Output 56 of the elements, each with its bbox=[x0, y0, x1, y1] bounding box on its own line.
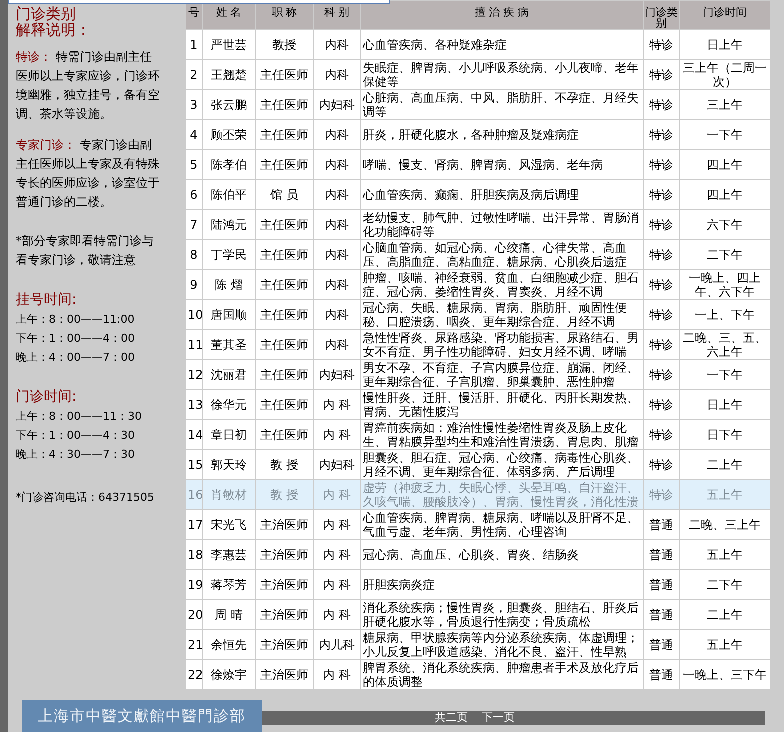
schedule-line: 下午：1：00——4：00 bbox=[16, 331, 136, 347]
table-cell: 22 bbox=[186, 660, 202, 690]
table-row[interactable]: 4 顾丕荣 主任医师 内科 肝炎，肝硬化腹水，各种肿瘤及疑难病症 特诊 一下午 bbox=[186, 120, 770, 150]
table-row[interactable]: 10 唐国顺 主任医师 内科 冠心病、失眠、糖尿病、胃病、脂肪肝、顽固性便秘、口腔溃疡、咽炎、更年期综合症、月经不调 特诊 一上、下午 bbox=[186, 300, 770, 330]
table-row[interactable]: 19 蒋琴芳 主治医师 内 科 肝胆疾病炎症 普通 二下午 bbox=[186, 570, 770, 600]
next-page-link[interactable]: 下一页 bbox=[482, 712, 515, 724]
table-cell: 1 bbox=[186, 30, 202, 60]
table-cell: 13 bbox=[186, 390, 202, 420]
table-cell: 12 bbox=[186, 360, 202, 390]
schedule-line: 晚上：4：30——7：30 bbox=[16, 447, 136, 463]
table-cell: 3 bbox=[186, 90, 202, 120]
table-cell: 主治医师 bbox=[256, 660, 314, 690]
table-cell: 9 bbox=[186, 270, 202, 300]
schedule-line: 下午：1：00——4：30 bbox=[16, 428, 136, 444]
table-cell: 7 bbox=[186, 210, 202, 240]
table-row[interactable]: 8 丁学民 主任医师 内科 心脑血管病、如冠心病、心绞痛、心律失常、高血压、高脂血症、高粘血症、糖尿病、心肌炎后遗症 特诊 二下午 bbox=[186, 240, 770, 270]
table-cell: 2 bbox=[186, 60, 202, 90]
schedule-title: 门诊时间: bbox=[16, 388, 78, 407]
logo-banner: 上海市中醫文獻館中醫門診部 bbox=[22, 700, 262, 732]
table-row[interactable]: 18 李惠芸 主治医师 内 科 冠心病、高血压、心肌炎、胃炎、结肠炎 普通 五上午 bbox=[186, 540, 770, 570]
term-paragraph: 专家门诊： 专家门诊由副主任医师以上专家及有特殊专长的医师应诊，诊室位于普通门诊的二楼。 bbox=[16, 137, 161, 211]
table-cell: 14 bbox=[186, 420, 202, 450]
table-cell: 19 bbox=[186, 570, 202, 600]
table-cell: 徐燎宇 bbox=[202, 660, 256, 690]
table-cell: 一晚上、三下午 bbox=[680, 660, 770, 690]
sidebar-note: *部分专家即看特需门诊与看专家门诊，敬请注意 bbox=[16, 233, 155, 269]
table-cell: 11 bbox=[186, 330, 202, 360]
phone-note: *门诊咨询电话：64371505 bbox=[16, 490, 156, 506]
schedule-title: 挂号时间: bbox=[16, 291, 78, 310]
table-cell: 4 bbox=[186, 120, 202, 150]
table-cell: 20 bbox=[186, 600, 202, 630]
table-cell: 15 bbox=[186, 450, 202, 480]
table-cell: 21 bbox=[186, 630, 202, 660]
column-header: 擅 治 疾 病 bbox=[360, 0, 644, 30]
table-cell: 5 bbox=[186, 150, 202, 180]
column-header: 门诊时间 bbox=[680, 0, 770, 30]
column-header: 门诊类别 bbox=[644, 0, 680, 30]
table-cell: 17 bbox=[186, 510, 202, 540]
schedule-line: 上午：8：00——11：30 bbox=[16, 409, 143, 425]
table-cell: 内 科 bbox=[314, 660, 360, 690]
page-count: 共二页 bbox=[435, 712, 468, 724]
term-paragraph: 特诊： 特需门诊由副主任医师以上专家应诊，门诊环境幽雅，独立挂号，备有空调、茶水等设施。 bbox=[16, 49, 161, 123]
schedule-line: 晚上：4：00——7：00 bbox=[16, 350, 136, 366]
table-row[interactable]: 1 严世芸 教授 内科 心血管疾病、各种疑难杂症 特诊 日上午 bbox=[186, 30, 770, 60]
table-cell: 普通 bbox=[644, 660, 680, 690]
table-row[interactable]: 6 陈伯平 馆 员 内科 心血管疾病、癫痫、肝胆疾病及病后调理 特诊 四上午 bbox=[186, 180, 770, 210]
table-cell: 18 bbox=[186, 540, 202, 570]
sidebar-heading: 门诊类别 bbox=[16, 6, 77, 22]
schedule-line: 上午：8：00——11:00 bbox=[16, 312, 136, 328]
table-cell: 10 bbox=[186, 300, 202, 330]
table-cell: 脾胃系统、消化系统疾病、肿瘤患者手术及放化疗后的体质调整 bbox=[360, 660, 644, 690]
table-cell: 16 bbox=[186, 480, 202, 510]
table-row[interactable]: 5 陈孝伯 主任医师 内科 哮喘、慢支、肾病、脾胃病、风湿病、老年病 特诊 四上午 bbox=[186, 150, 770, 180]
table-cell: 8 bbox=[186, 240, 202, 270]
table-cell: 6 bbox=[186, 180, 202, 210]
sidebar-heading: 解释说明： bbox=[16, 22, 92, 38]
